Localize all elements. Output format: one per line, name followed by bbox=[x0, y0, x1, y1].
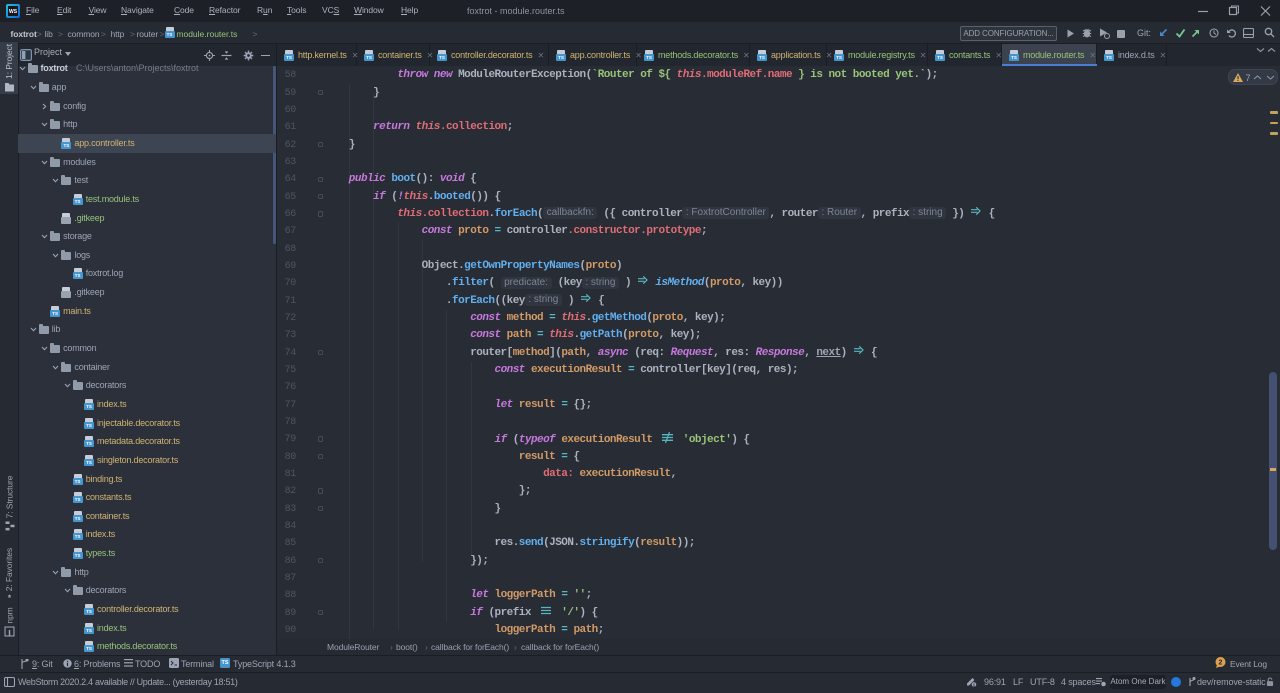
svg-text:2: 2 bbox=[1219, 660, 1223, 667]
